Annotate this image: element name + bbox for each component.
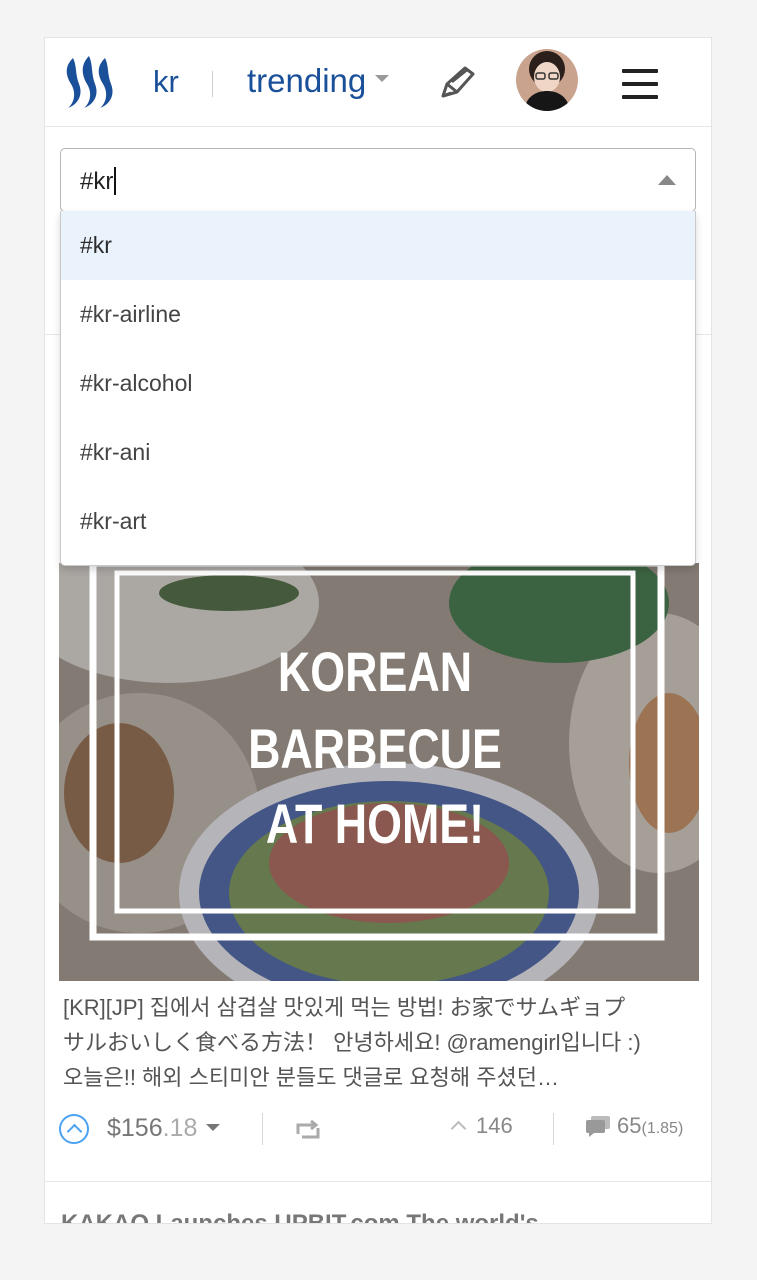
- dropdown-option[interactable]: #kr-art: [61, 487, 695, 556]
- dropdown-option[interactable]: #kr-ani: [61, 418, 695, 487]
- comment-count-extra: (1.85): [641, 1120, 684, 1137]
- app-frame: kr trending #kr KOREAN BARBECUE AT HOME!…: [44, 37, 712, 1224]
- payout-cents: .18: [162, 1114, 198, 1142]
- payout-dropdown[interactable]: $156.18: [107, 1114, 221, 1143]
- header-separator: [212, 71, 213, 97]
- tag-search-select[interactable]: #kr: [60, 148, 696, 212]
- comment-count-value: 65: [617, 1113, 642, 1138]
- image-title-line-3: AT HOME!: [266, 792, 484, 855]
- pencil-icon[interactable]: [437, 62, 477, 102]
- footer-separator: [553, 1113, 554, 1145]
- comments-icon: [586, 1116, 610, 1137]
- dropdown-option[interactable]: #kr: [61, 211, 695, 280]
- vote-count-value: 146: [476, 1113, 513, 1138]
- post-footer: $156.18 146 65(1.85): [59, 1110, 699, 1150]
- payout-amount: $156: [107, 1114, 163, 1142]
- chevron-up-icon: [450, 1120, 467, 1137]
- chevron-up-icon[interactable]: [658, 175, 676, 185]
- next-post-title[interactable]: KAKAO Launches UPBIT.com The world's: [61, 1210, 539, 1223]
- dropdown-option[interactable]: #kr-alcohol: [61, 349, 695, 418]
- sort-label: trending: [247, 62, 367, 99]
- chevron-down-icon: [375, 74, 390, 82]
- tag-search-input[interactable]: #kr: [80, 167, 117, 196]
- upvote-icon[interactable]: [59, 1114, 89, 1144]
- post-excerpt[interactable]: [KR][JP] 집에서 삼겹살 맛있게 먹는 방법! お家でサムギョプ サルお…: [63, 990, 695, 1095]
- post-excerpt-line: [KR][JP] 집에서 삼겹살 맛있게 먹는 방법! お家でサムギョプ: [63, 995, 626, 1020]
- user-avatar[interactable]: [516, 49, 578, 111]
- sort-dropdown[interactable]: trending: [247, 62, 390, 100]
- chevron-down-icon: [206, 1124, 221, 1131]
- image-title-line-1: KOREAN: [278, 640, 472, 703]
- post-excerpt-line: サルおいしく食べる方法！ 안녕하세요! @ramengirl입니다 :): [63, 1030, 641, 1055]
- divider: [45, 1181, 711, 1182]
- post-thumbnail[interactable]: KOREAN BARBECUE AT HOME!: [59, 563, 699, 981]
- resteem-icon[interactable]: [295, 1120, 321, 1142]
- footer-separator: [262, 1113, 263, 1145]
- text-cursor: [114, 167, 117, 195]
- tag-dropdown-menu: #kr #kr-airline #kr-alcohol #kr-ani #kr-…: [60, 211, 696, 566]
- comment-count[interactable]: 65(1.85): [585, 1113, 683, 1139]
- dropdown-option[interactable]: #kr-airline: [61, 280, 695, 349]
- tag-link[interactable]: kr: [153, 64, 179, 100]
- post-excerpt-line: 오늘은!! 해외 스티미안 분들도 댓글로 요청해 주셨던…: [63, 1065, 559, 1090]
- menu-icon[interactable]: [622, 69, 658, 99]
- image-title-line-2: BARBECUE: [248, 717, 502, 780]
- header: kr trending: [45, 38, 711, 127]
- vote-count[interactable]: 146: [450, 1113, 513, 1139]
- steemit-logo[interactable]: [63, 52, 123, 112]
